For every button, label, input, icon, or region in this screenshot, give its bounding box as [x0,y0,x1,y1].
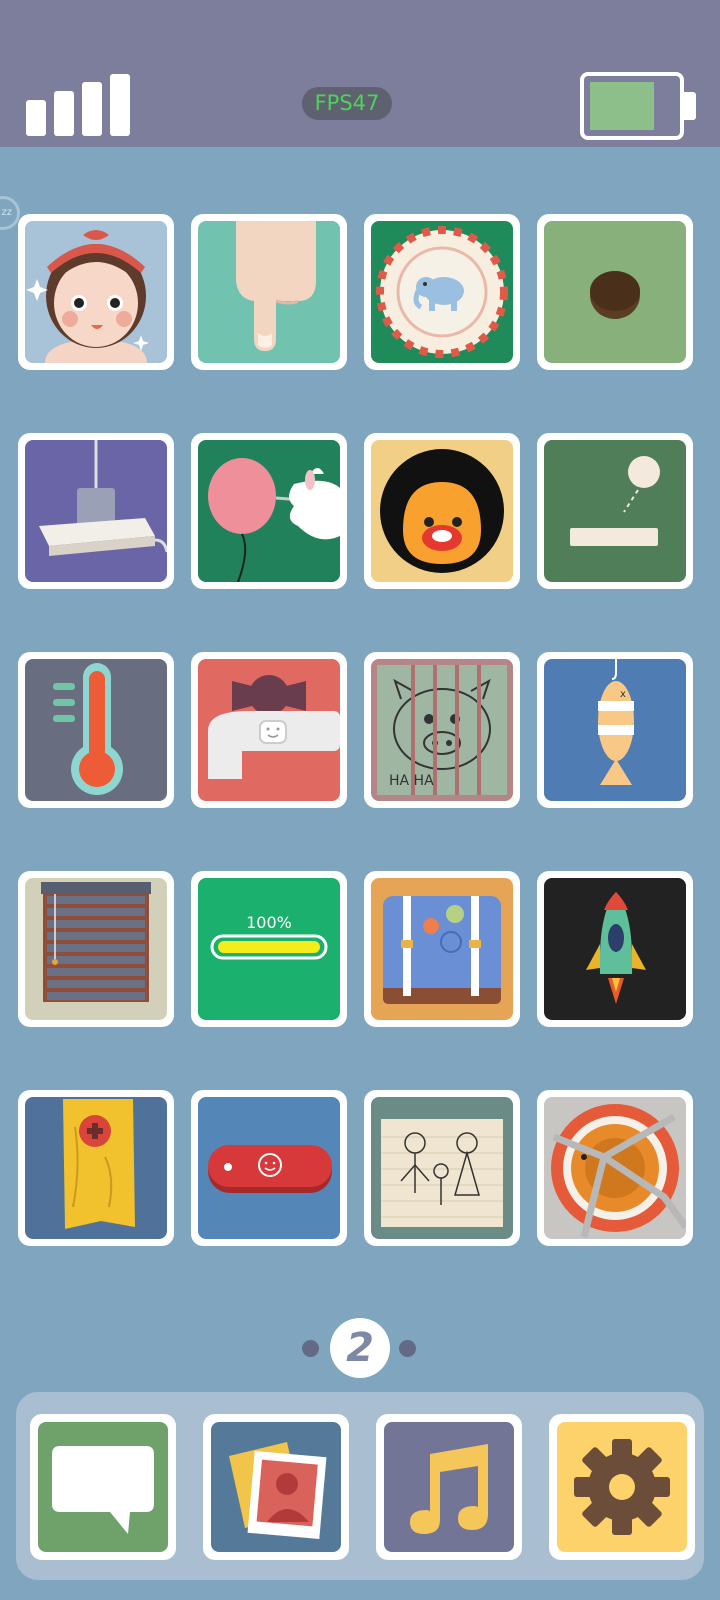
cage-text: HA HA [389,773,434,789]
afro-face-icon[interactable] [364,433,520,589]
hole-icon[interactable] [537,214,693,370]
thermometer-icon[interactable] [18,652,174,808]
window-blinds-icon[interactable] [18,871,174,1027]
cracked-shield-icon[interactable] [537,1090,693,1246]
settings-gear-icon[interactable] [549,1414,695,1560]
elephant-plate-icon[interactable] [364,214,520,370]
assistive-touch-button[interactable]: zz [0,196,20,230]
pointing-finger-icon[interactable] [191,214,347,370]
girl-face-icon[interactable] [18,214,174,370]
charging-bar-icon[interactable]: 100% [191,871,347,1027]
page-indicator: 2 [0,1318,720,1378]
battery-percent-label: 100% [246,913,292,932]
status-bar: FPS47 [0,0,720,147]
chat-bubble-icon[interactable] [30,1414,176,1560]
fps-counter: FPS47 [302,87,392,120]
power-plug-icon[interactable] [18,433,174,589]
wooden-plank-icon[interactable] [18,1090,174,1246]
caged-pig-drawing-icon[interactable]: HA HA [364,652,520,808]
dock [16,1392,704,1580]
music-note-icon[interactable] [376,1414,522,1560]
battery-icon [580,72,696,140]
page-dot-next[interactable] [399,1340,416,1357]
family-drawing-icon[interactable] [364,1090,520,1246]
pocket-knife-icon[interactable] [191,1090,347,1246]
current-page-number: 2 [330,1318,390,1378]
svg-text:x: x [620,689,626,700]
suitcase-icon[interactable] [364,871,520,1027]
page-dot-previous[interactable] [302,1340,319,1357]
hanging-fish-icon[interactable]: x [537,652,693,808]
rocket-icon[interactable] [537,871,693,1027]
photos-icon[interactable] [203,1414,349,1560]
signal-strength-icon [26,74,132,136]
balloon-needle-icon[interactable] [191,433,347,589]
pinball-paddle-icon[interactable] [537,433,693,589]
water-faucet-icon[interactable] [191,652,347,808]
